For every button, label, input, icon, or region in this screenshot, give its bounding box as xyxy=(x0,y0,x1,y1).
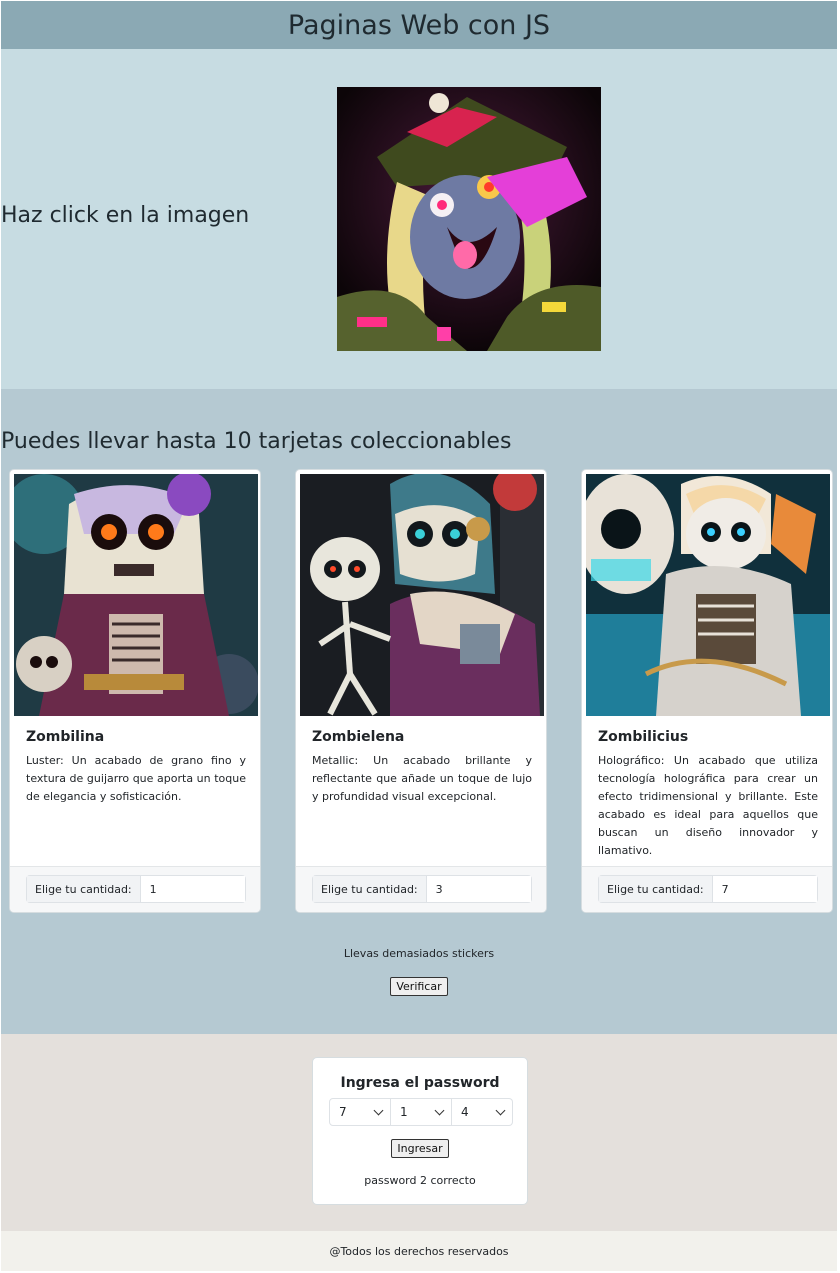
footer-text: @Todos los derechos reservados xyxy=(329,1244,509,1258)
hero-image[interactable] xyxy=(337,87,601,351)
password-selects: 7 1 4 xyxy=(329,1098,513,1126)
password-card: Ingresa el password 7 1 4 Ingresar passw… xyxy=(312,1057,528,1205)
cards-heading: Puedes llevar hasta 10 tarjetas coleccio… xyxy=(1,429,512,454)
password-status: password 2 correcto xyxy=(364,1174,476,1187)
chevron-down-icon xyxy=(434,1105,445,1115)
card-image xyxy=(14,474,258,716)
card-footer: Elige tu cantidad: xyxy=(10,866,260,912)
page-header: Paginas Web con JS xyxy=(1,1,837,49)
quantity-label: Elige tu cantidad: xyxy=(27,876,141,902)
page-footer: @Todos los derechos reservados xyxy=(1,1231,837,1271)
card-title: Zombielena xyxy=(312,729,405,745)
skull-child-card-image-icon xyxy=(586,474,830,716)
select-value: 4 xyxy=(461,1105,469,1119)
card-zombilina: Zombilina Luster: Un acabado de grano fi… xyxy=(9,469,261,913)
password-title: Ingresa el password xyxy=(340,1075,500,1091)
card-title: Zombilicius xyxy=(598,729,689,745)
quantity-input[interactable] xyxy=(426,876,531,902)
quantity-input[interactable] xyxy=(712,876,817,902)
card-title: Zombilina xyxy=(26,729,105,745)
password-select-2[interactable]: 1 xyxy=(391,1098,452,1126)
quantity-group: Elige tu cantidad: xyxy=(598,875,818,903)
quantity-label: Elige tu cantidad: xyxy=(313,876,427,902)
password-section: Ingresa el password 7 1 4 Ingresar passw… xyxy=(1,1034,837,1231)
submit-wrap: Ingresar xyxy=(313,1137,527,1158)
verify-wrap: Verificar xyxy=(1,975,837,996)
page: Paginas Web con JS Haz click en la image… xyxy=(1,1,837,1271)
skeleton-girl-card-image-icon xyxy=(14,474,258,716)
page-title: Paginas Web con JS xyxy=(287,9,551,41)
card-zombielena: Zombielena Metallic: Un acabado brillant… xyxy=(295,469,547,913)
verify-button[interactable]: Verificar xyxy=(390,977,448,996)
quantity-group: Elige tu cantidad: xyxy=(312,875,532,903)
card-footer: Elige tu cantidad: xyxy=(582,866,832,912)
password-select-1[interactable]: 7 xyxy=(329,1098,391,1126)
card-footer: Elige tu cantidad: xyxy=(296,866,546,912)
card-description: Holográfico: Un acabado que utiliza tecn… xyxy=(598,754,818,857)
select-value: 1 xyxy=(400,1105,408,1119)
quantity-input[interactable] xyxy=(140,876,245,902)
quantity-group: Elige tu cantidad: xyxy=(26,875,246,903)
select-value: 7 xyxy=(339,1105,347,1119)
password-select-3[interactable]: 4 xyxy=(452,1098,513,1126)
card-image xyxy=(586,474,830,716)
skeleton-pair-card-image-icon xyxy=(300,474,544,716)
quantity-label: Elige tu cantidad: xyxy=(599,876,713,902)
cards-section: Puedes llevar hasta 10 tarjetas coleccio… xyxy=(1,389,837,1034)
card-zombilicius: Zombilicius Holográfico: Un acabado que … xyxy=(581,469,833,913)
chevron-down-icon xyxy=(495,1105,506,1115)
card-description: Luster: Un acabado de grano fino y textu… xyxy=(26,754,246,803)
card-image xyxy=(300,474,544,716)
stickers-status-message: Llevas demasiados stickers xyxy=(343,947,495,960)
hero-section: Haz click en la imagen xyxy=(1,49,837,389)
card-description: Metallic: Un acabado brillante y reflect… xyxy=(312,754,532,803)
punk-zombie-girl-illustration-icon xyxy=(337,87,601,351)
chevron-down-icon xyxy=(373,1105,384,1115)
hero-instruction: Haz click en la imagen xyxy=(1,203,250,228)
password-submit-button[interactable]: Ingresar xyxy=(391,1139,449,1158)
